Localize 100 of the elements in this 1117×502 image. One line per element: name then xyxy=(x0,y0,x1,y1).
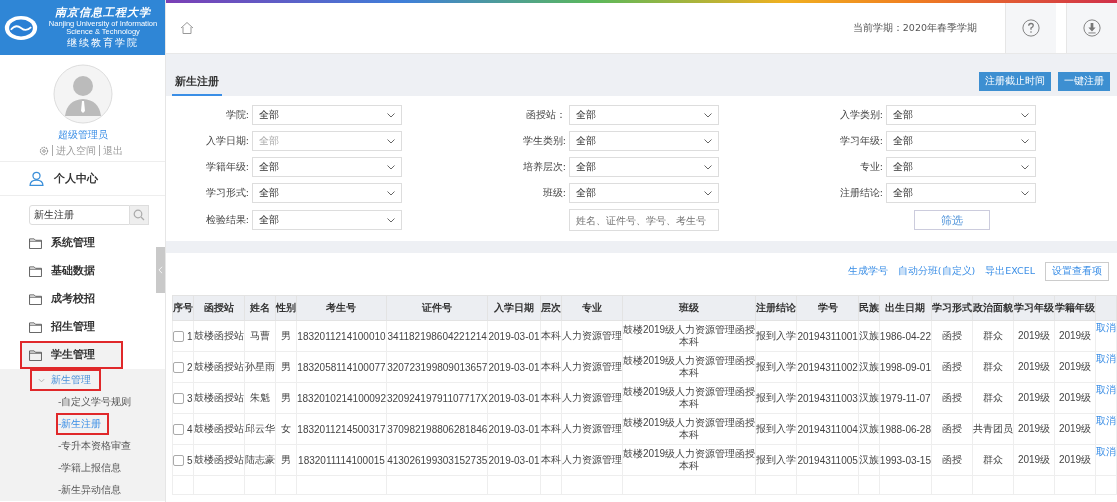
settings-icon[interactable] xyxy=(39,145,49,156)
filter-label: 培养层次: xyxy=(521,160,567,174)
table-cell: 32092419791107717X xyxy=(387,392,488,404)
folder-icon xyxy=(29,293,42,305)
table-cell: 报到入学 xyxy=(756,361,797,372)
column-header: 民族 xyxy=(858,295,880,321)
table-cell: 1998-09-01 xyxy=(879,361,931,373)
download-button[interactable] xyxy=(1066,3,1117,53)
table-cell: 1832010214100092 xyxy=(297,392,386,404)
filter-select[interactable]: 全部 xyxy=(569,131,719,151)
row-checkbox[interactable] xyxy=(173,454,184,466)
table-cell: 女 xyxy=(281,423,291,434)
chevron-down-icon xyxy=(704,112,712,118)
menu-item[interactable]: 学生管理 xyxy=(20,341,123,369)
chevron-down-icon xyxy=(1021,190,1029,196)
filter-select[interactable]: 全部 xyxy=(886,157,1036,177)
table-cell: 报到入学 xyxy=(756,423,797,434)
collapse-handle[interactable] xyxy=(156,247,165,293)
view-settings-button[interactable]: 设置查看项 xyxy=(1045,262,1109,281)
folder-icon xyxy=(29,237,42,249)
chevron-down-icon xyxy=(1021,164,1029,170)
column-header: 学籍年级 xyxy=(1054,295,1096,321)
submenu-link[interactable]: -专升本资格审查 xyxy=(56,435,134,457)
column-header: 函授站 xyxy=(193,295,245,321)
keyword-field[interactable]: 姓名、证件号、学号、考生号 xyxy=(569,209,719,231)
row-checkbox[interactable] xyxy=(173,330,184,342)
chevron-down-icon xyxy=(704,138,712,144)
table-cell: 1 xyxy=(187,330,193,342)
chevron-down-icon xyxy=(387,164,395,170)
person-icon xyxy=(29,171,44,186)
table-cell: 5 xyxy=(187,454,193,466)
table-cell: 鼓楼2019级人力资源管理函授本科 xyxy=(622,448,756,471)
table-cell: 2 xyxy=(187,361,193,373)
table-cell: 1986-04-22 xyxy=(879,330,931,342)
submenu-link[interactable]: -自定义学号规则 xyxy=(56,391,134,413)
chevron-down-icon xyxy=(704,164,712,170)
table-cell: 2019级 xyxy=(1058,392,1092,403)
submenu-link[interactable]: -新生异动信息 xyxy=(56,479,124,501)
table-cell: 2019级 xyxy=(1017,361,1051,372)
filter-select[interactable]: 全部 xyxy=(252,183,402,203)
table-cell: 函授 xyxy=(942,454,962,465)
table-cell: 3 xyxy=(187,392,193,404)
filter-select[interactable]: 全部 xyxy=(252,157,402,177)
action-link[interactable]: 自动分班(自定义) xyxy=(897,265,976,278)
filter-label: 学院: xyxy=(224,108,250,122)
table-cell: 鼓楼2019级人力资源管理函授本科 xyxy=(622,417,756,440)
menu-item[interactable]: 系统管理 xyxy=(0,229,155,257)
chevron-down-icon xyxy=(704,190,712,196)
table-cell: 朱魁 xyxy=(250,392,270,403)
table-cell: 报到入学 xyxy=(756,392,797,403)
table-cell: 鼓楼函授站 xyxy=(194,361,244,372)
table-cell: 本科 xyxy=(540,330,561,341)
table-cell: 报到入学 xyxy=(756,330,797,341)
table-cell: 20194311003 xyxy=(797,392,858,404)
table-cell: 马曹 xyxy=(250,330,270,341)
filter-select[interactable]: 全部 xyxy=(886,105,1036,125)
filter-label: 专业: xyxy=(858,160,884,174)
filter-select[interactable]: 全部 xyxy=(886,183,1036,203)
table-cell: 群众 xyxy=(983,392,1003,403)
filter-select[interactable]: 全部 xyxy=(252,210,402,230)
filter-label: 入学类别: xyxy=(838,108,884,122)
filter-label: 入学日期: xyxy=(204,134,250,148)
menu-search-field[interactable]: 新生注册 xyxy=(29,205,130,225)
table-cell: 2019-03-01 xyxy=(488,392,540,404)
filter-select[interactable]: 全部 xyxy=(569,157,719,177)
row-checkbox[interactable] xyxy=(173,392,184,404)
column-header: 学习年级 xyxy=(1013,295,1055,321)
table-cell: 汉族 xyxy=(858,392,879,403)
table-cell: 2019-03-01 xyxy=(488,454,540,466)
action-link[interactable]: 生成学号 xyxy=(847,265,888,278)
menu-item[interactable]: 成考校招 xyxy=(0,285,155,313)
action-link[interactable]: 导出EXCEL xyxy=(985,265,1035,278)
row-checkbox[interactable] xyxy=(173,361,184,373)
folder-icon xyxy=(29,265,42,277)
filter-label: 班级: xyxy=(541,186,567,200)
table-cell: 鼓楼函授站 xyxy=(194,423,244,434)
table-cell: 人力资源管理 xyxy=(561,423,622,434)
table-cell: 413026199303152735 xyxy=(387,454,488,466)
filter-select[interactable]: 全部 xyxy=(569,183,719,203)
table-cell: 2019-03-01 xyxy=(488,330,540,342)
filter-select[interactable]: 全部 xyxy=(886,131,1036,151)
personal-center-item[interactable]: 个人中心 xyxy=(0,161,165,196)
table-cell: 邱云华 xyxy=(245,423,275,434)
filter-label: 学籍年级: xyxy=(204,160,250,174)
table-cell: 4 xyxy=(187,423,193,435)
filter-select[interactable]: 全部 xyxy=(569,105,719,125)
filter-select[interactable]: 全部 xyxy=(252,105,402,125)
help-button[interactable] xyxy=(1005,3,1056,53)
search-button[interactable] xyxy=(130,205,149,225)
table-cell: 人力资源管理 xyxy=(561,454,622,465)
filter-button[interactable]: 筛选 xyxy=(914,210,990,230)
table-cell: 1832011214100010 xyxy=(297,330,386,342)
filter-label: 函授站： xyxy=(525,108,567,122)
row-checkbox[interactable] xyxy=(173,423,184,435)
menu-item[interactable]: 基础数据 xyxy=(0,257,155,285)
menu-item[interactable]: 招生管理 xyxy=(0,313,155,341)
home-icon[interactable] xyxy=(180,21,194,35)
table-cell: 2019级 xyxy=(1017,330,1051,341)
page-tab[interactable]: 新生注册 xyxy=(172,66,222,96)
submenu-link[interactable]: -学籍上报信息 xyxy=(56,457,124,479)
